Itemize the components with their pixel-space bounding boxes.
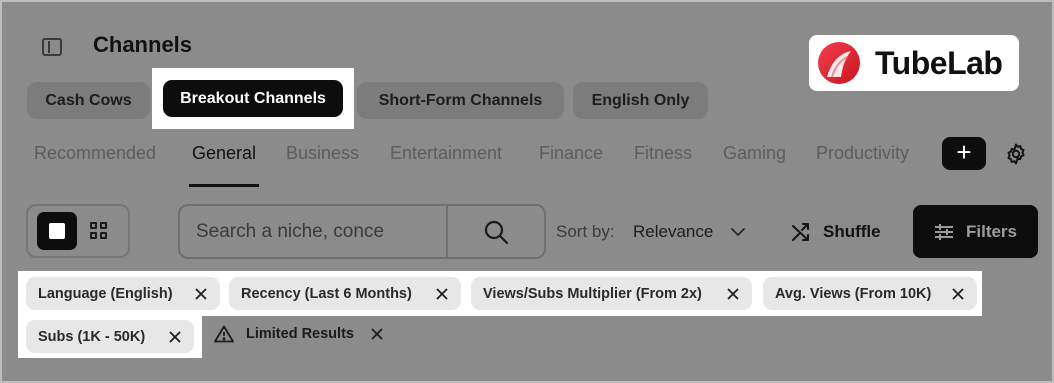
collection-breakout-highlight: Breakout Channels: [152, 68, 354, 129]
tab-productivity[interactable]: Productivity: [816, 143, 909, 164]
warning-icon: [214, 325, 234, 343]
shuffle-label: Shuffle: [823, 222, 881, 241]
close-icon[interactable]: [951, 287, 965, 301]
filter-chip: Recency (Last 6 Months): [229, 277, 461, 310]
close-icon[interactable]: [168, 330, 182, 344]
sidebar-toggle-icon[interactable]: [42, 38, 62, 56]
search-icon[interactable]: [483, 219, 509, 245]
add-category-button[interactable]: +: [942, 137, 986, 170]
tab-business[interactable]: Business: [286, 143, 359, 164]
limited-results-label: Limited Results: [246, 326, 354, 342]
active-tab-indicator: [189, 184, 259, 187]
tubelab-logo-icon: [818, 42, 860, 84]
collection-label: Cash Cows: [45, 91, 132, 109]
filter-chip-label: Recency (Last 6 Months): [241, 285, 412, 302]
limited-results-notice: Limited Results: [214, 325, 384, 343]
close-icon[interactable]: [370, 327, 384, 341]
app-window: Channels TubeLab Cash Cows Breakout Chan…: [0, 0, 1054, 383]
filter-chip-label: Views/Subs Multiplier (From 2x): [483, 285, 702, 302]
filter-chip: Views/Subs Multiplier (From 2x): [471, 277, 752, 310]
filter-chip: Subs (1K - 50K): [26, 320, 194, 353]
close-icon[interactable]: [194, 287, 208, 301]
close-icon[interactable]: [726, 287, 740, 301]
page-title: Channels: [93, 32, 193, 57]
filter-chip: Language (English): [26, 277, 220, 310]
collection-label: Short-Form Channels: [378, 91, 543, 109]
close-icon[interactable]: [435, 287, 449, 301]
collection-short-form[interactable]: Short-Form Channels: [357, 82, 564, 119]
search-input[interactable]: [196, 220, 436, 244]
filter-chip: Avg. Views (From 10K): [763, 277, 977, 310]
shuffle-icon: [792, 223, 809, 241]
tab-entertainment[interactable]: Entertainment: [390, 143, 502, 164]
filter-chip-label: Language (English): [38, 285, 173, 302]
grid-view-icon[interactable]: [90, 222, 108, 240]
list-view-button[interactable]: [37, 212, 77, 250]
brand-logo: TubeLab: [809, 35, 1019, 91]
tab-fitness[interactable]: Fitness: [634, 143, 692, 164]
chevron-down-icon[interactable]: [728, 222, 748, 242]
collection-breakout-channels[interactable]: Breakout Channels: [163, 80, 343, 117]
tab-recommended[interactable]: Recommended: [34, 143, 156, 164]
collection-cash-cows[interactable]: Cash Cows: [27, 82, 150, 119]
shuffle-button[interactable]: Shuffle: [791, 218, 881, 246]
collection-english-only[interactable]: English Only: [573, 82, 708, 119]
filter-chip-label: Avg. Views (From 10K): [775, 285, 932, 302]
tab-general[interactable]: General: [192, 143, 256, 164]
collection-label: English Only: [591, 91, 690, 109]
filter-chip-label: Subs (1K - 50K): [38, 328, 146, 345]
filters-label: Filters: [965, 221, 1018, 241]
brand-name: TubeLab: [875, 44, 1003, 81]
collection-label: Breakout Channels: [180, 89, 326, 107]
search-divider: [446, 206, 448, 257]
sliders-icon: [934, 223, 953, 240]
filters-button[interactable]: Filters: [913, 205, 1038, 258]
gear-icon[interactable]: [1004, 142, 1028, 166]
sort-label: Sort by:: [556, 222, 615, 241]
tab-finance[interactable]: Finance: [539, 143, 603, 164]
tab-gaming[interactable]: Gaming: [723, 143, 786, 164]
sort-select[interactable]: Relevance: [633, 222, 713, 242]
